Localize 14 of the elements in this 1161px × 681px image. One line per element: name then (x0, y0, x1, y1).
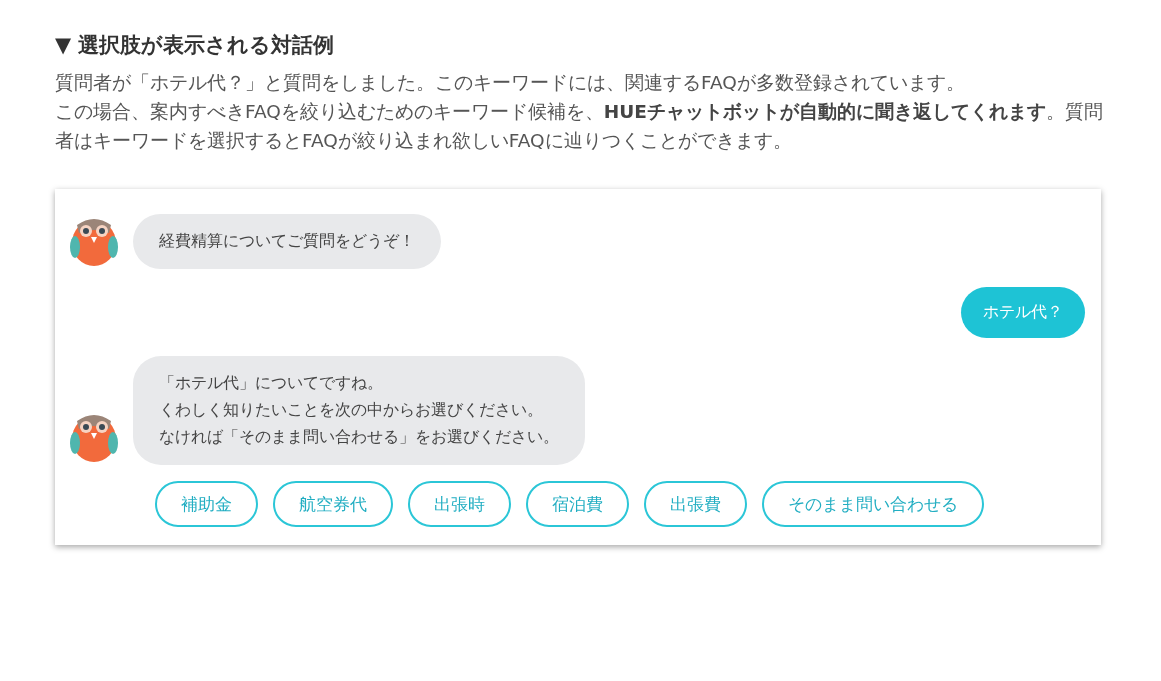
message-text: 経費精算についてご質問をどうぞ！ (159, 231, 415, 252)
message-text: ホテル代？ (983, 302, 1063, 323)
choice-button[interactable]: 航空券代 (273, 481, 393, 527)
choice-button[interactable]: 出張時 (408, 481, 511, 527)
choice-button[interactable]: 出張費 (644, 481, 747, 527)
description-text: 質問者が「ホテル代？」と質問をしました。このキーワードには、関連するFAQが多数登録されています。 (55, 71, 966, 95)
description-text: この場合、案内すべきFAQを絞り込むためのキーワード候補を、HUEチャットボットが自動的に聞き返してくれます。質問者はキーワードを選択するとFAQが絞り込まれ欲しいFAQに辿りつくことができます。 (55, 100, 1104, 153)
choice-button[interactable]: そのまま問い合わせる (762, 481, 984, 527)
message-text: くわしく知りたいことを次の中からお選びください。 (159, 400, 544, 421)
choice-button[interactable]: 宿泊費 (526, 481, 629, 527)
message-text: 「ホテル代」についてですね。 (159, 373, 384, 394)
message-text: なければ「そのまま問い合わせる」をお選びください。 (159, 427, 559, 448)
section-heading: ▼ 選択肢が表示される対話例 (55, 32, 336, 59)
choice-button[interactable]: 補助金 (155, 481, 258, 527)
